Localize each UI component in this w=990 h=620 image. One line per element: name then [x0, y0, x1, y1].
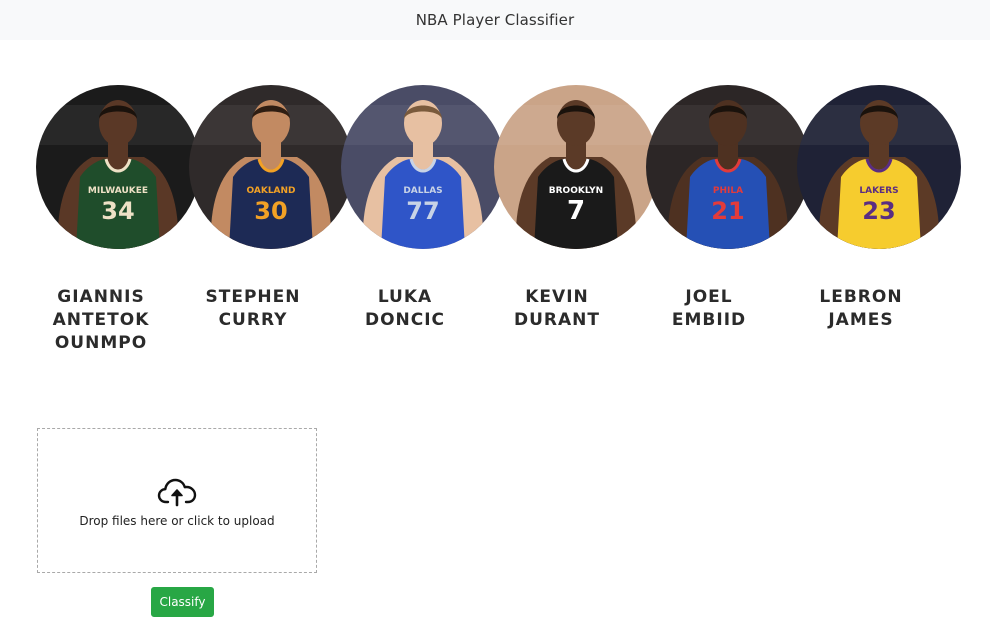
- player-name-line: GIANNIS: [57, 287, 145, 307]
- cloud-upload-icon: [157, 478, 197, 507]
- player-name: JOEL EMBIID: [634, 286, 784, 332]
- upload-dropzone[interactable]: Drop files here or click to upload: [37, 428, 317, 573]
- player-name: KEVIN DURANT: [482, 286, 632, 332]
- player-name-line: STEPHEN: [205, 287, 301, 307]
- jersey-number: 7: [567, 196, 585, 226]
- player-name-line: CURRY: [218, 310, 288, 330]
- jersey-wordmark: LAKERS: [859, 186, 898, 196]
- jersey-number: 23: [862, 197, 895, 225]
- player-photo: PHILA 21: [646, 85, 810, 249]
- player-name-line: KEVIN: [525, 287, 589, 307]
- player-name-line: LEBRON: [819, 287, 903, 307]
- jersey-number: 34: [101, 197, 134, 225]
- jersey-number: 21: [711, 197, 744, 225]
- player-photo: OAKLAND 30: [189, 85, 353, 249]
- player-photo: MILWAUKEE 34: [36, 85, 200, 249]
- jersey-wordmark: OAKLAND: [246, 186, 295, 196]
- jersey-number: 30: [254, 197, 287, 225]
- player-name-line: JOEL: [685, 287, 733, 307]
- jersey-wordmark: DALLAS: [403, 186, 442, 196]
- classify-button[interactable]: Classify: [151, 587, 214, 617]
- player-name: STEPHEN CURRY: [178, 286, 328, 332]
- player-name-line: DONCIC: [364, 310, 446, 330]
- upload-prompt: Drop files here or click to upload: [79, 514, 275, 528]
- player-gallery: MILWAUKEE 34 GIANNIS ANTETOK OUNMPO OAKLAND 30…: [0, 0, 990, 380]
- player-name-line: ANTETOK: [52, 310, 150, 330]
- player-name-line: LUKA: [377, 287, 433, 307]
- jersey-wordmark: MILWAUKEE: [88, 186, 148, 196]
- player-photo: LAKERS 23: [797, 85, 961, 249]
- jersey-wordmark: PHILA: [713, 186, 743, 196]
- jersey-wordmark: BROOKLYN: [549, 186, 603, 196]
- jersey-number: 77: [406, 197, 439, 225]
- player-photo: DALLAS 77: [341, 85, 505, 249]
- player-photo: BROOKLYN 7: [494, 85, 658, 249]
- player-name: LUKA DONCIC: [330, 286, 480, 332]
- player-name-line: EMBIID: [671, 310, 747, 330]
- player-name: LEBRON JAMES: [786, 286, 936, 332]
- player-name-line: DURANT: [514, 310, 600, 330]
- player-name-line: JAMES: [828, 310, 894, 330]
- player-name: GIANNIS ANTETOK OUNMPO: [26, 286, 176, 355]
- player-name-line: OUNMPO: [54, 333, 148, 353]
